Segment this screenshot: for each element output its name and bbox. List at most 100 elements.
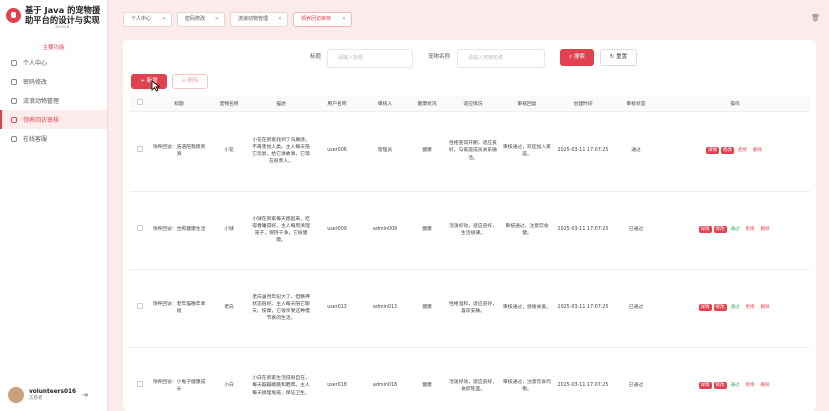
cell-title: 领养回访：小兔子健康成长 bbox=[150, 347, 208, 411]
tab-label: 个人中心 bbox=[131, 16, 152, 22]
close-icon[interactable]: × bbox=[162, 13, 166, 26]
reject-link[interactable]: 拒绝 bbox=[744, 226, 757, 233]
col-pet-name: 宠物名称 bbox=[208, 96, 250, 112]
cell-status: 已通过 bbox=[612, 347, 660, 411]
chat-icon bbox=[11, 135, 17, 142]
reset-button[interactable]: ↻ 重置 bbox=[600, 49, 637, 66]
col-description: 描述 bbox=[250, 96, 312, 112]
pass-link[interactable]: 通过 bbox=[729, 382, 742, 389]
cell-actions: 详情 修改 拒绝 删除 bbox=[660, 111, 810, 192]
sidebar-item-profile[interactable]: 个人中心 bbox=[0, 53, 107, 72]
cell-title: 领养回访：合照健康生活 bbox=[150, 191, 208, 270]
cell-reviewer: admin018 bbox=[362, 347, 408, 411]
sidebar-item-label: 流浪动物管理 bbox=[23, 98, 60, 105]
search-button-label: 搜索 bbox=[573, 54, 585, 60]
delete-link[interactable]: 删除 bbox=[751, 147, 764, 154]
row-checkbox[interactable] bbox=[137, 381, 143, 388]
delete-link[interactable]: 删除 bbox=[759, 382, 772, 389]
sidebar-item-label: 在线客服 bbox=[23, 136, 48, 143]
plus-icon: + bbox=[140, 78, 145, 84]
key-icon bbox=[11, 78, 17, 85]
pass-link[interactable]: 通过 bbox=[729, 226, 742, 233]
tab-stray-pets[interactable]: 流浪动物管理 × bbox=[230, 12, 288, 27]
pet-filter-label: 宠物名称 bbox=[428, 54, 451, 60]
logout-icon[interactable]: ⇥ bbox=[82, 391, 88, 399]
paw-logo-icon bbox=[6, 8, 21, 23]
mouse-cursor-icon bbox=[151, 80, 161, 92]
col-actions: 操作 bbox=[660, 96, 810, 112]
user-icon bbox=[11, 59, 17, 66]
detail-button[interactable]: 详情 bbox=[698, 304, 712, 312]
tab-label: 流浪动物管理 bbox=[238, 16, 269, 22]
sidebar-item-password[interactable]: 密码修改 bbox=[0, 72, 107, 91]
row-checkbox[interactable] bbox=[137, 146, 143, 153]
detail-button[interactable]: 详情 bbox=[698, 382, 712, 390]
cell-created: 2025-03-11 17:07:25 bbox=[554, 347, 612, 411]
row-checkbox[interactable] bbox=[137, 303, 143, 310]
close-icon[interactable]: × bbox=[342, 13, 346, 26]
cell-desc: 小球在新家每天跑起来，吃得香睡得好。主人每周清理笼子，保持干净，它很健康。 bbox=[250, 191, 312, 270]
table-row: 领养回访：合照健康生活 小球 小球在新家每天跑起来，吃得香睡得好。主人每周清理笼… bbox=[130, 191, 810, 270]
tab-password[interactable]: 密码修改 × bbox=[177, 12, 225, 27]
review-table: 标题 宠物名称 描述 用户名称 审核人 健康状况 适应情况 审核回复 创建时间 … bbox=[130, 96, 810, 411]
cell-pet: 小球 bbox=[208, 191, 250, 270]
sidebar: 基于 Java 的宠物援 助平台的设计与实现 ADMIN 主要功能 个人中心 密… bbox=[0, 0, 108, 411]
cell-reviewer: admin013 bbox=[362, 269, 408, 348]
pet-name-search-input[interactable]: 请输入宠物名称 bbox=[457, 49, 545, 68]
detail-button[interactable]: 详情 bbox=[698, 226, 712, 234]
select-all-checkbox[interactable] bbox=[137, 99, 143, 106]
add-button[interactable]: + 新增 bbox=[131, 74, 167, 89]
edit-button[interactable]: 修改 bbox=[713, 304, 727, 312]
cell-reviewer: 管理员 bbox=[362, 111, 408, 192]
close-icon[interactable]: × bbox=[278, 13, 282, 26]
tab-profile[interactable]: 个人中心 × bbox=[123, 12, 172, 27]
detail-button[interactable]: 详情 bbox=[706, 147, 719, 155]
cell-reply: 审核通过，注意饮食健。 bbox=[500, 191, 554, 270]
close-icon[interactable]: × bbox=[215, 13, 219, 26]
edit-button[interactable]: 修改 bbox=[721, 147, 734, 155]
edit-button[interactable]: 修改 bbox=[713, 226, 727, 234]
minus-icon: ⊖ bbox=[181, 78, 186, 84]
user-role: 志愿者 bbox=[29, 395, 43, 401]
sidebar-item-stray-pets[interactable]: 流浪动物管理 bbox=[0, 91, 107, 110]
sidebar-item-adoption-review[interactable]: 领养回访审核 bbox=[0, 110, 107, 129]
reset-button-label: 重置 bbox=[616, 54, 628, 60]
pass-link[interactable]: 通过 bbox=[729, 304, 742, 311]
reject-link[interactable]: 拒绝 bbox=[744, 304, 757, 311]
trash-icon[interactable]: 🗑 bbox=[811, 14, 820, 22]
pet-icon bbox=[11, 97, 17, 104]
search-button[interactable]: ⌕ 搜索 bbox=[560, 49, 594, 66]
sidebar-item-online-service[interactable]: 在线客服 bbox=[0, 129, 107, 148]
row-checkbox[interactable] bbox=[137, 225, 143, 232]
tab-adoption-review[interactable]: 领养回访审核 × bbox=[293, 12, 352, 27]
col-health: 健康状况 bbox=[408, 96, 446, 112]
cell-reply: 审核通过，欢迎加入家庭。 bbox=[500, 111, 554, 192]
main-card: 标题 请输入标题 宠物名称 请输入宠物名称 ⌕ 搜索 ↻ 重置 + 新增 ⊖ 删… bbox=[123, 40, 816, 411]
col-reviewer: 审核人 bbox=[362, 96, 408, 112]
cell-created: 2025-03-11 17:07:25 bbox=[554, 269, 612, 348]
cell-title: 领养回访：老年猫晚年幸福 bbox=[150, 269, 208, 348]
batch-delete-button[interactable]: ⊖ 删除 bbox=[172, 74, 208, 89]
admin-badge: ADMIN bbox=[55, 25, 70, 29]
edit-button[interactable]: 修改 bbox=[713, 382, 727, 390]
cell-actions: 详情 修改 通过 拒绝 删除 bbox=[660, 191, 810, 270]
app-title-line2: 助平台的设计与实现 bbox=[25, 15, 100, 25]
cell-pet: 小白 bbox=[208, 347, 250, 411]
avatar[interactable] bbox=[8, 387, 24, 403]
delete-link[interactable]: 删除 bbox=[759, 226, 772, 233]
cell-adapt: 性格温和，适应良好，喜欢安静。 bbox=[446, 269, 500, 348]
cell-adapt: 活泼好动，适应良好，生活规律。 bbox=[446, 191, 500, 270]
reject-link[interactable]: 拒绝 bbox=[744, 382, 757, 389]
sidebar-item-label: 密码修改 bbox=[23, 79, 48, 86]
cell-user: user006 bbox=[312, 111, 362, 192]
delete-link[interactable]: 删除 bbox=[759, 304, 772, 311]
cell-user: user018 bbox=[312, 347, 362, 411]
title-search-input[interactable]: 请输入标题 bbox=[327, 49, 413, 68]
cell-status: 已通过 bbox=[612, 269, 660, 348]
reject-link[interactable]: 拒绝 bbox=[736, 147, 749, 154]
refresh-icon: ↻ bbox=[609, 54, 615, 60]
tabs-bar: 个人中心 × 密码修改 × 流浪动物管理 × 领养回访审核 × 🗑 bbox=[108, 0, 829, 38]
cell-status: 通过 bbox=[612, 111, 660, 192]
review-icon bbox=[11, 116, 17, 123]
user-name: volunteers016 bbox=[29, 388, 77, 395]
